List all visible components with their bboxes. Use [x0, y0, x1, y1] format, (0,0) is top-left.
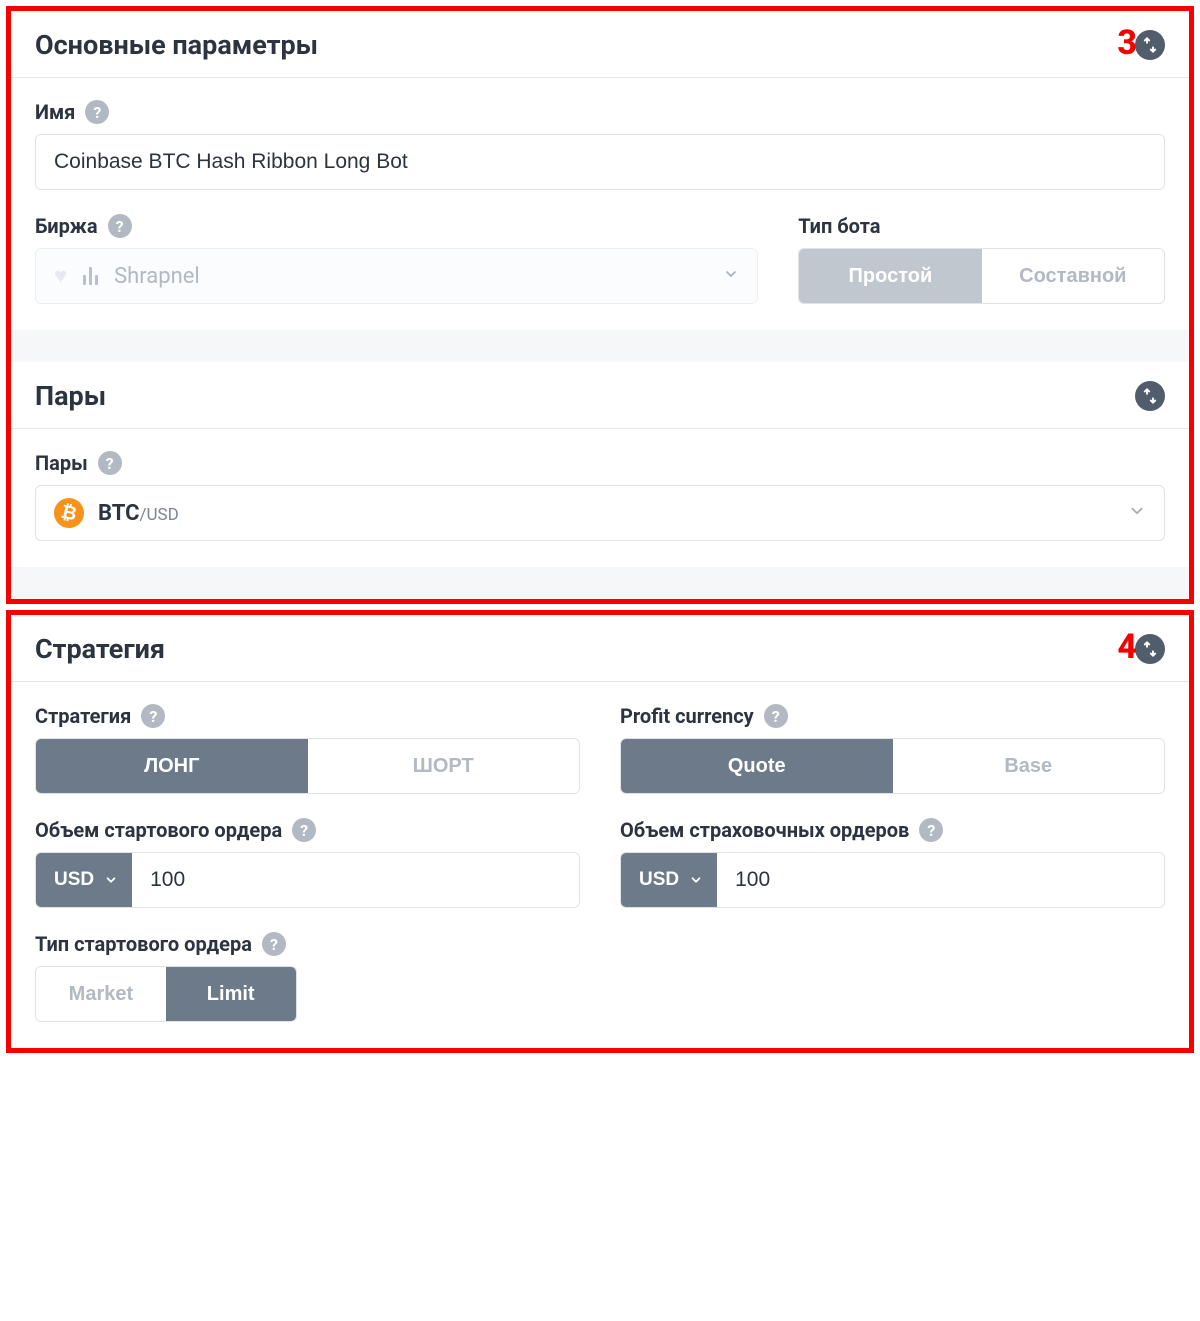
- strategy-type-label: Стратегия: [35, 704, 131, 728]
- strategy-header: Стратегия: [11, 615, 1189, 682]
- exchange-select[interactable]: ♥ Shrapnel: [35, 248, 758, 304]
- safety-order-volume-group: Объем страховочных ордеров ? USD: [620, 818, 1165, 908]
- annotation-box-3: 3 Основные параметры Имя ?: [6, 6, 1194, 604]
- strategy-type-group: Стратегия ? ЛОНГ ШОРТ: [35, 704, 580, 794]
- pair-quote: /USD: [139, 505, 178, 525]
- empty-col: [620, 932, 1165, 1022]
- currency-label: USD: [639, 869, 679, 891]
- market-button[interactable]: Market: [36, 967, 166, 1021]
- pairs-card: Пары Пары ? ₿ BTC/USD: [11, 362, 1189, 567]
- start-order-volume-label: Объем стартового ордера: [35, 818, 282, 842]
- annotation-number-4: 4: [1117, 627, 1137, 667]
- help-icon[interactable]: ?: [262, 932, 286, 956]
- long-button[interactable]: ЛОНГ: [36, 739, 308, 793]
- safety-volume-input[interactable]: [717, 853, 1164, 907]
- pairs-header: Пары: [11, 362, 1189, 429]
- exchange-logo-icon: [83, 267, 98, 285]
- pairs-title: Пары: [35, 380, 106, 412]
- bot-type-compound-button[interactable]: Составной: [982, 249, 1164, 303]
- strategy-title: Стратегия: [35, 633, 165, 665]
- safety-order-volume-label: Объем страховочных ордеров: [620, 818, 909, 842]
- annotation-number-3: 3: [1117, 23, 1137, 63]
- base-button[interactable]: Base: [893, 739, 1165, 793]
- exchange-value: Shrapnel: [114, 264, 707, 289]
- strategy-body: Стратегия ? ЛОНГ ШОРТ Profit currency ? …: [11, 682, 1189, 1048]
- pair-value: BTC/USD: [98, 501, 1114, 526]
- short-button[interactable]: ШОРТ: [308, 739, 580, 793]
- bot-type-field-group: Тип бота Простой Составной: [798, 214, 1165, 304]
- bot-type-toggle: Простой Составной: [798, 248, 1165, 304]
- help-icon[interactable]: ?: [85, 100, 109, 124]
- help-icon[interactable]: ?: [98, 451, 122, 475]
- annotation-box-4: 4 Стратегия Стратегия ? ЛОНГ ШОРТ: [6, 610, 1194, 1053]
- profit-currency-group: Profit currency ? Quote Base: [620, 704, 1165, 794]
- currency-label: USD: [54, 869, 94, 891]
- collapse-toggle-icon[interactable]: [1135, 634, 1165, 664]
- section-gap: [11, 567, 1189, 599]
- start-volume-input[interactable]: [132, 853, 579, 907]
- start-order-type-group: Тип стартового ордера ? Market Limit: [35, 932, 580, 1022]
- strategy-toggle: ЛОНГ ШОРТ: [35, 738, 580, 794]
- start-volume-currency-select[interactable]: USD: [36, 853, 132, 907]
- collapse-toggle-icon[interactable]: [1135, 381, 1165, 411]
- name-field-group: Имя ?: [35, 100, 1165, 190]
- quote-button[interactable]: Quote: [621, 739, 893, 793]
- collapse-toggle-icon[interactable]: [1135, 30, 1165, 60]
- bot-type-label: Тип бота: [798, 214, 880, 238]
- name-label: Имя: [35, 100, 75, 124]
- start-order-type-label: Тип стартового ордера: [35, 932, 252, 956]
- heart-icon: ♥: [54, 263, 67, 289]
- chevron-down-icon: [104, 873, 118, 887]
- btc-icon: ₿: [51, 495, 87, 531]
- exchange-label: Биржа: [35, 214, 98, 238]
- exchange-field-group: Биржа ? ♥ Shrapnel: [35, 214, 758, 304]
- chevron-down-icon: [723, 266, 739, 286]
- chevron-down-icon: [1128, 502, 1146, 524]
- basic-params-card: Основные параметры Имя ? Биржа: [11, 11, 1189, 330]
- help-icon[interactable]: ?: [141, 704, 165, 728]
- safety-volume-currency-select[interactable]: USD: [621, 853, 717, 907]
- pairs-label: Пары: [35, 451, 88, 475]
- bot-type-simple-button[interactable]: Простой: [799, 249, 981, 303]
- start-order-volume-input-group: USD: [35, 852, 580, 908]
- name-input[interactable]: [35, 134, 1165, 190]
- strategy-card: Стратегия Стратегия ? ЛОНГ ШОРТ: [11, 615, 1189, 1048]
- pair-base: BTC: [98, 501, 139, 526]
- basic-params-header: Основные параметры: [11, 11, 1189, 78]
- start-order-type-toggle: Market Limit: [35, 966, 297, 1022]
- basic-params-body: Имя ? Биржа ? ♥ Shrapnel: [11, 78, 1189, 330]
- profit-currency-toggle: Quote Base: [620, 738, 1165, 794]
- help-icon[interactable]: ?: [919, 818, 943, 842]
- safety-order-volume-input-group: USD: [620, 852, 1165, 908]
- help-icon[interactable]: ?: [108, 214, 132, 238]
- pair-select[interactable]: ₿ BTC/USD: [35, 485, 1165, 541]
- limit-button[interactable]: Limit: [166, 967, 296, 1021]
- pairs-body: Пары ? ₿ BTC/USD: [11, 429, 1189, 567]
- chevron-down-icon: [689, 873, 703, 887]
- start-order-volume-group: Объем стартового ордера ? USD: [35, 818, 580, 908]
- basic-params-title: Основные параметры: [35, 29, 318, 61]
- help-icon[interactable]: ?: [292, 818, 316, 842]
- section-gap: [11, 330, 1189, 362]
- help-icon[interactable]: ?: [764, 704, 788, 728]
- profit-currency-label: Profit currency: [620, 704, 754, 728]
